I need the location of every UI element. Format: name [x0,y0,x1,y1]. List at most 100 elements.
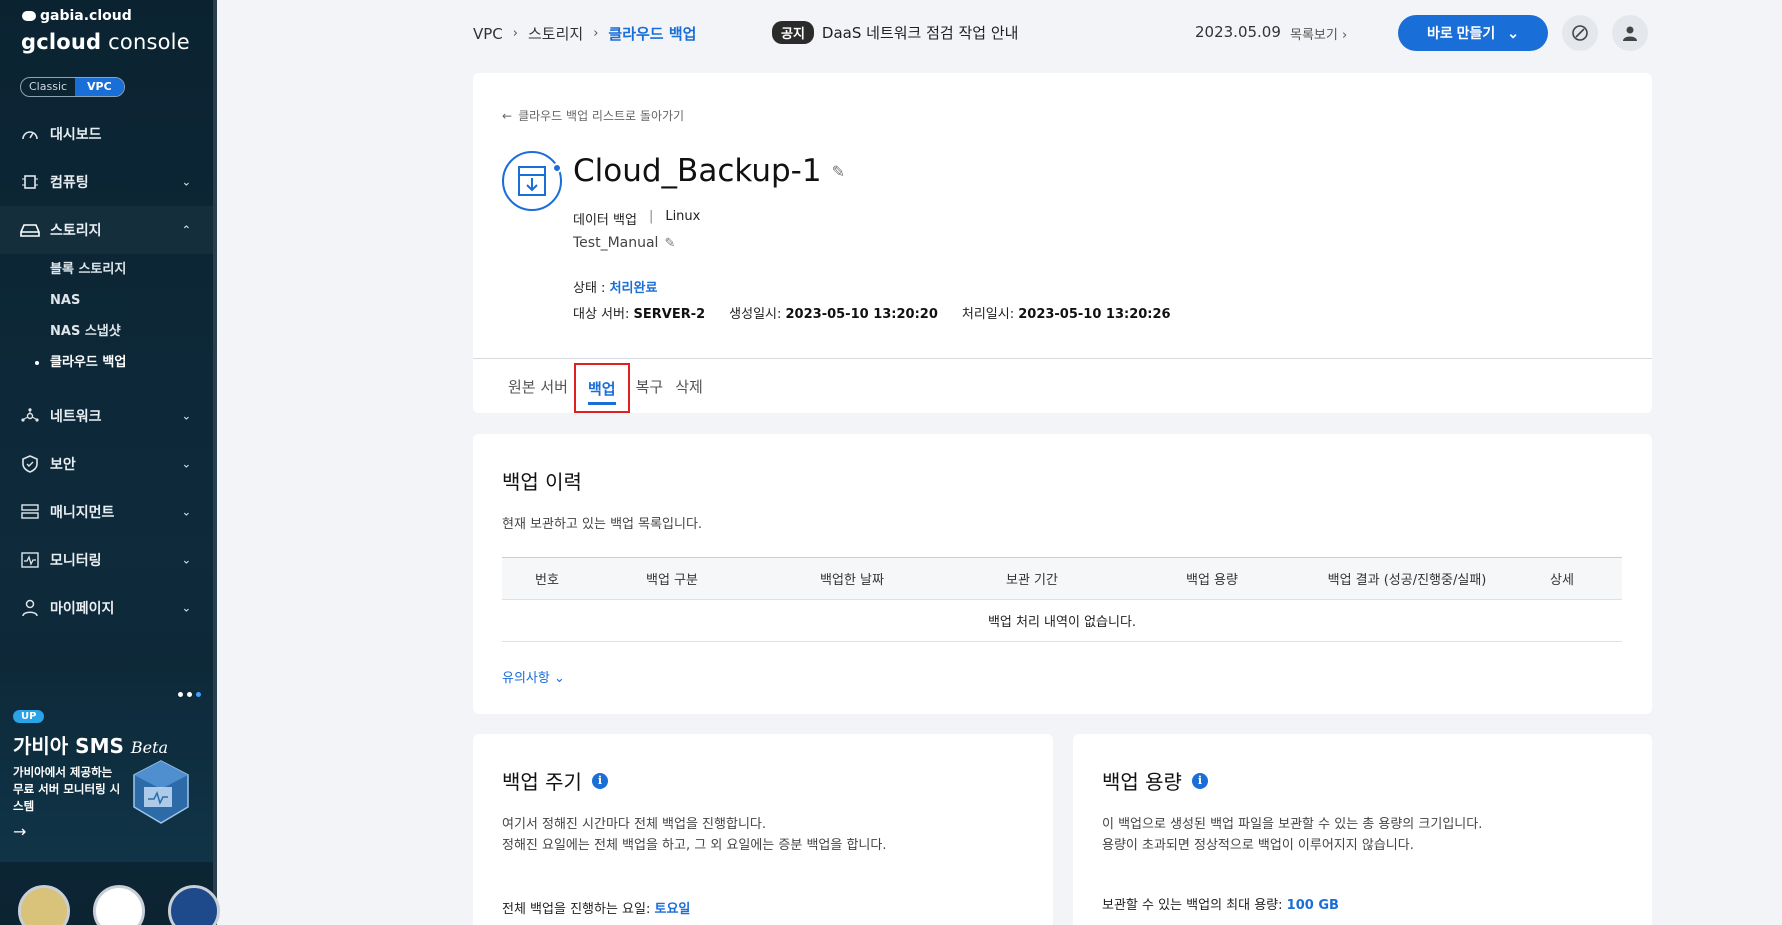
notice-tag: 공지 [772,21,814,44]
sidebar: gabia.cloud gcloud console Classic VPC 대… [0,0,220,925]
chevron-right-icon: › [512,26,518,41]
top-header: VPC › 스토리지 › 클라우드 백업 공지 DaaS 네트워크 점검 작업 … [217,0,1782,64]
info-icon[interactable]: i [1191,772,1208,789]
empty-message: 백업 처리 내역이 없습니다. [502,599,1622,642]
mode-toggle[interactable]: Classic VPC [20,77,125,97]
list-view-link[interactable]: 목록보기 › [1290,24,1347,43]
backup-type: 데이터 백업 [573,213,637,228]
network-icon [20,407,40,425]
back-to-list-link[interactable]: ← 클라우드 백업 리스트로 돌아가기 [502,107,684,124]
chevron-down-icon: ⌄ [181,457,191,471]
cert-badge-icon [18,885,70,925]
brand-small-logo[interactable]: gabia.cloud [22,8,132,24]
sidebar-item-dashboard[interactable]: 대시보드 [0,110,213,158]
chevron-right-icon: › [593,26,599,41]
promo-desc: 가비아에서 제공하는 무료 서버 모니터링 시스템 [13,765,121,813]
shield-icon [20,455,40,473]
tab-backup[interactable]: 백업 [573,363,630,413]
monitor-icon [20,551,40,569]
detail-tabs: 원본 서버 백업 복구 삭제 [502,363,709,413]
breadcrumb-vpc[interactable]: VPC [473,25,503,43]
sidebar-item-storage[interactable]: 스토리지 ⌃ [0,206,213,254]
chat-icon [1572,25,1588,41]
chat-button[interactable] [1562,15,1598,51]
management-icon [20,503,40,521]
promo-title: 가비아 SMS Beta [13,734,169,758]
user-menu-button[interactable] [1612,15,1648,51]
resource-info-line: 대상 서버: SERVER-2 생성일시: 2023-05-10 13:20:2… [573,303,1171,322]
sidebar-subitem-nas[interactable]: NAS [50,285,213,316]
info-icon[interactable]: i [591,772,608,789]
created-at: 생성일시: 2023-05-10 13:20:20 [729,307,938,322]
mode-classic[interactable]: Classic [21,78,75,96]
sidebar-item-computing[interactable]: 컴퓨팅 ⌄ [0,158,213,206]
tab-restore[interactable]: 복구 [630,363,670,413]
user-icon [1623,26,1637,41]
edit-pencil-icon[interactable]: ✎ [664,236,675,251]
brand-logo[interactable]: gcloud console [21,30,190,54]
backup-os: Linux [665,209,701,224]
chevron-down-icon: ⌄ [181,409,191,423]
promo-banner[interactable]: UP 가비아 SMS Beta 가비아에서 제공하는 무료 서버 모니터링 시스… [0,672,213,862]
backup-detail-card: ← 클라우드 백업 리스트로 돌아가기 Cloud_Backup-1 ✎ 데이터… [473,73,1652,413]
arrow-right-icon[interactable]: → [13,822,26,841]
table-header-row: 번호 백업 구분 백업한 날짜 보관 기간 백업 용량 백업 결과 (성공/진행… [502,557,1622,600]
col-number: 번호 [502,557,592,600]
resource-memo: Test_Manual ✎ [573,235,676,251]
sidebar-item-monitoring[interactable]: 모니터링 ⌄ [0,536,213,584]
caution-toggle[interactable]: 유의사항 ⌄ [502,667,565,686]
breadcrumb-storage[interactable]: 스토리지 [528,23,583,44]
col-backup-type: 백업 구분 [592,557,752,600]
sidebar-nav: 대시보드 컴퓨팅 ⌄ 스토리지 ⌃ 블록 스토리지 NAS NAS 스냅샷 클라… [0,110,213,632]
status-line: 상태 : 처리완료 [573,281,658,296]
sidebar-item-mypage[interactable]: 마이페이지 ⌄ [0,584,213,632]
chevron-down-icon: ⌄ [181,601,191,615]
cloud-service-badge-icon [93,885,145,925]
sidebar-item-security[interactable]: 보안 ⌄ [0,440,213,488]
col-backup-date: 백업한 날짜 [752,557,952,600]
sidebar-subitem-nas-snapshot[interactable]: NAS 스냅샷 [50,316,213,347]
history-desc: 현재 보관하고 있는 백업 목록입니다. [502,517,703,532]
history-title: 백업 이력 [502,470,582,494]
col-backup-size: 백업 용량 [1112,557,1312,600]
col-detail: 상세 [1502,557,1622,600]
tabs-divider [473,358,1652,359]
chevron-down-icon: ⌄ [553,671,565,686]
mode-vpc[interactable]: VPC [75,78,124,96]
user-icon [20,599,40,617]
backup-resource-icon [502,151,562,211]
certification-badges [18,885,220,925]
tab-delete[interactable]: 삭제 [669,363,709,413]
col-retention: 보관 기간 [952,557,1112,600]
sidebar-item-management[interactable]: 매니지먼트 ⌄ [0,488,213,536]
status-dot [552,163,562,173]
quick-create-button[interactable]: 바로 만들기 ⌄ [1398,15,1548,51]
backup-capacity-card: 백업 용량 i 이 백업으로 생성된 백업 파일을 보관할 수 있는 총 용량의… [1073,734,1652,925]
chevron-down-icon: ⌄ [1507,24,1520,41]
cloud-icon [22,11,36,21]
notice-date: 2023.05.09 [1195,23,1281,41]
history-table: 번호 백업 구분 백업한 날짜 보관 기간 백업 용량 백업 결과 (성공/진행… [502,557,1622,642]
status-value: 처리완료 [609,281,658,296]
edit-pencil-icon[interactable]: ✎ [832,162,845,181]
sidebar-subitem-cloud-backup[interactable]: 클라우드 백업 [35,347,213,378]
csap-badge-icon [168,885,220,925]
cycle-desc: 여기서 정해진 시간마다 전체 백업을 진행합니다. 정해진 요일에는 전체 백… [502,817,887,853]
resource-title: Cloud_Backup-1 ✎ [573,153,845,189]
chevron-down-icon: ⌄ [181,505,191,519]
dashboard-icon [20,125,40,143]
backup-history-card: 백업 이력 현재 보관하고 있는 백업 목록입니다. 번호 백업 구분 백업한 … [473,434,1652,714]
breadcrumb-current: 클라우드 백업 [608,25,697,43]
notice-bar[interactable]: 공지 DaaS 네트워크 점검 작업 안내 [772,21,1018,44]
notice-text[interactable]: DaaS 네트워크 점검 작업 안내 [822,22,1019,43]
sidebar-item-network[interactable]: 네트워크 ⌄ [0,392,213,440]
cycle-title: 백업 주기 i [502,766,608,795]
capacity-title: 백업 용량 i [1102,766,1208,795]
breadcrumb: VPC › 스토리지 › 클라우드 백업 [473,23,696,44]
sidebar-subitem-block-storage[interactable]: 블록 스토리지 [50,254,213,285]
server-cube-icon [130,757,192,831]
resource-meta: 데이터 백업 | Linux [573,209,701,228]
tab-source-server[interactable]: 원본 서버 [502,363,574,413]
arrow-left-icon: ← [502,108,513,123]
carousel-dots[interactable] [178,692,201,697]
